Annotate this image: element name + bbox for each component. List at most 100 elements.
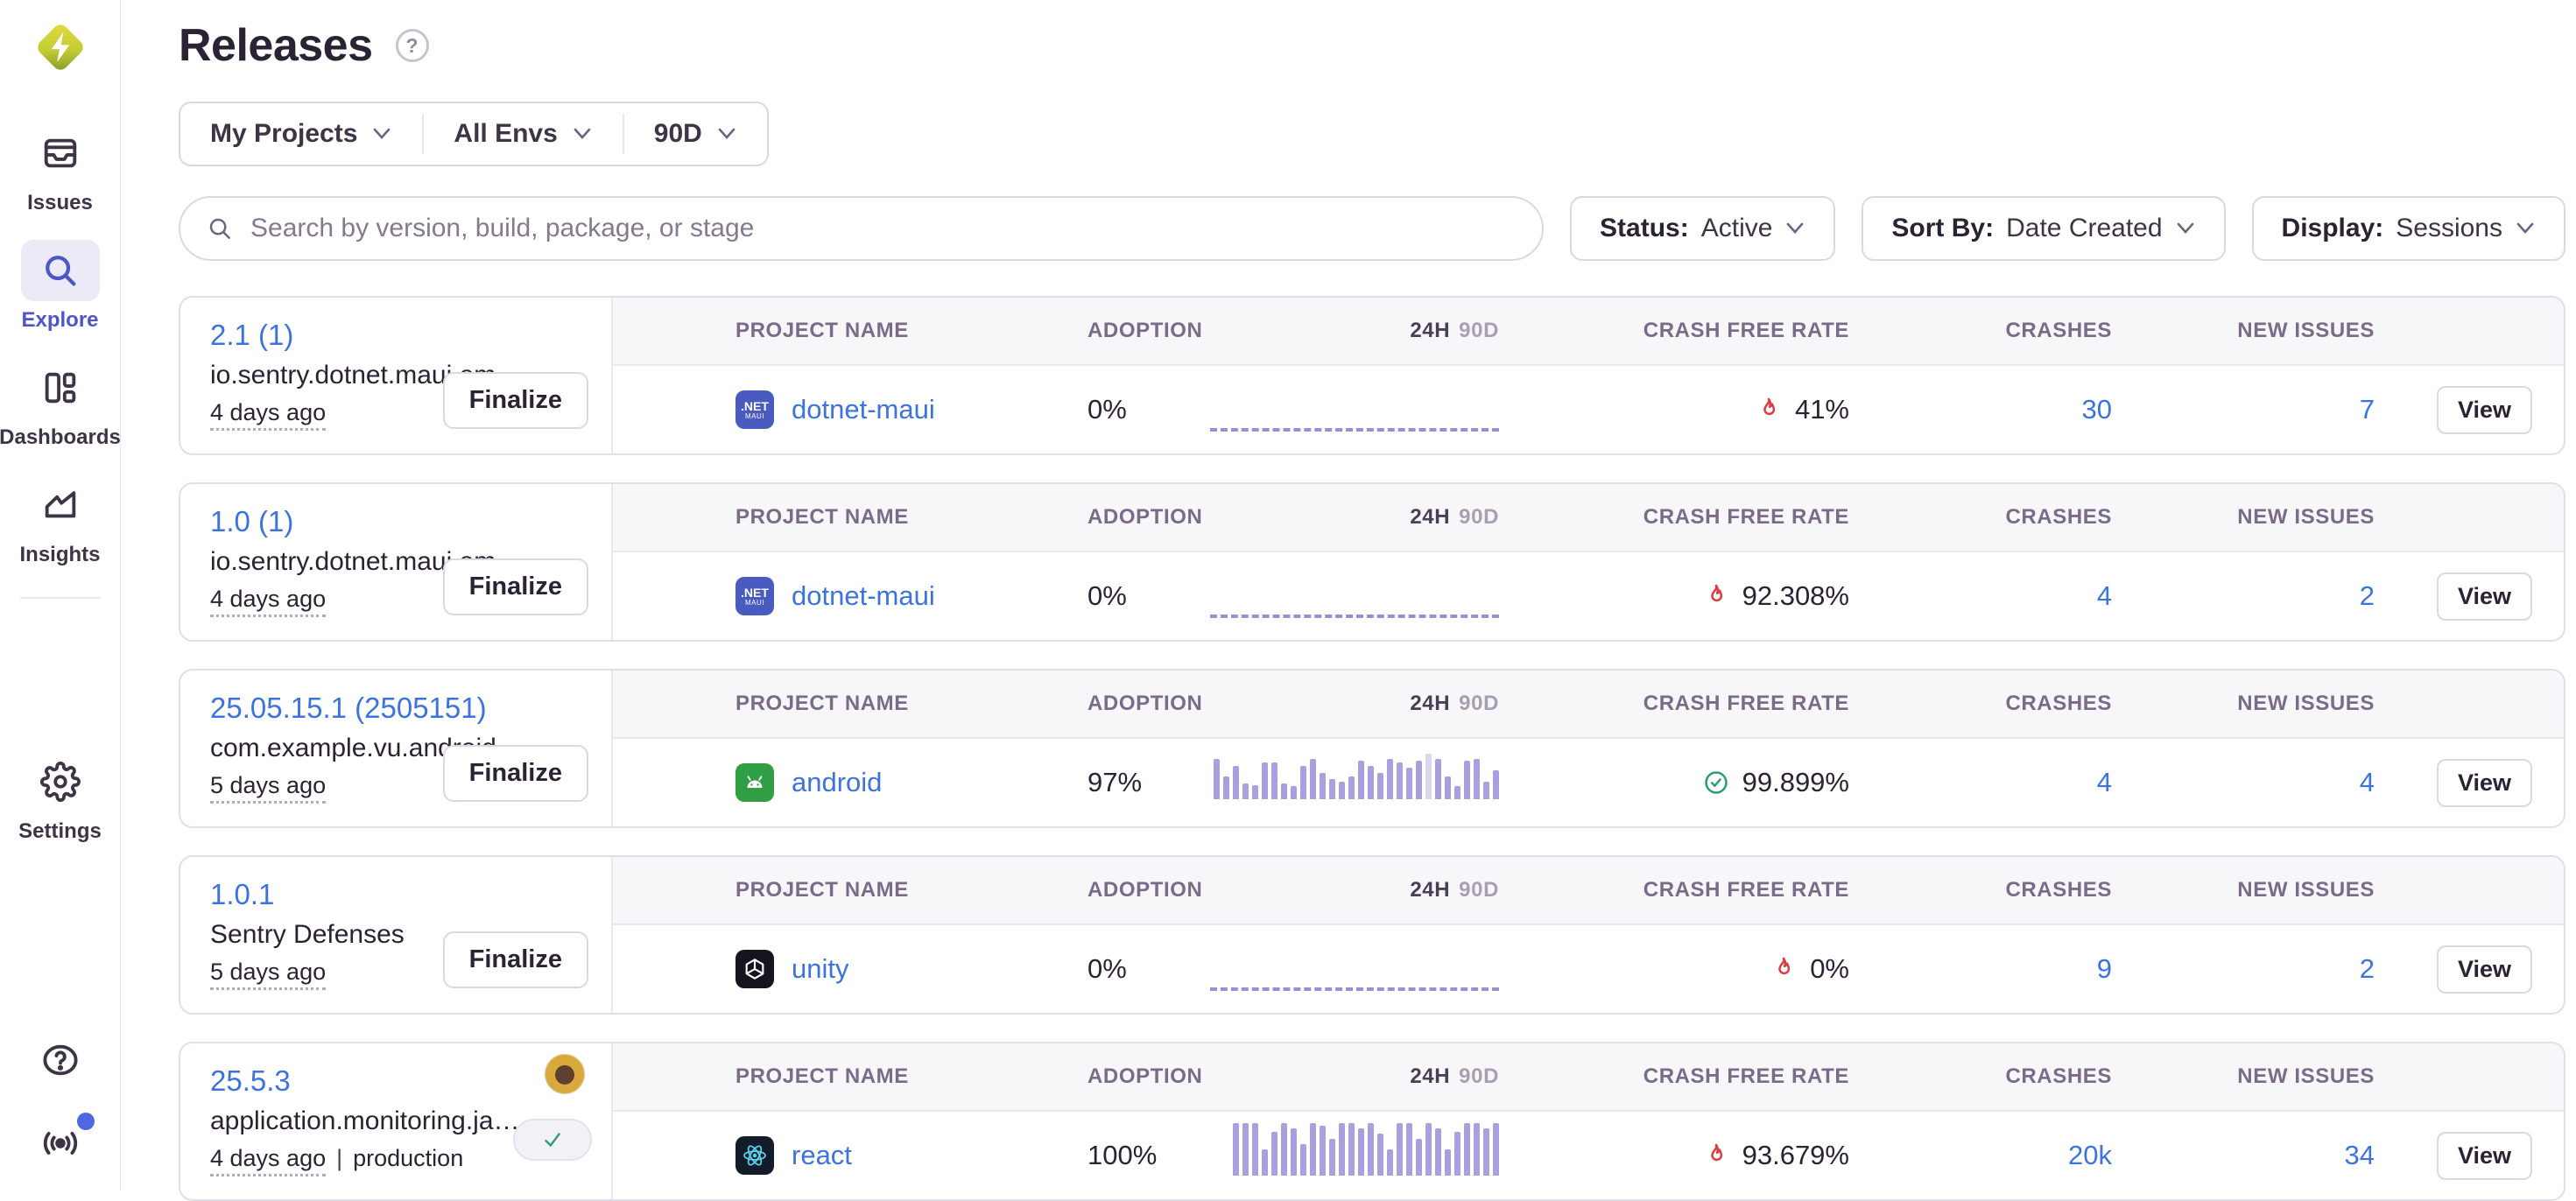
col-crash-free-rate: CRASH FREE RATE — [1499, 878, 1849, 903]
crashes-link[interactable]: 30 — [2082, 394, 2112, 425]
col-crashes: CRASHES — [1849, 878, 2112, 903]
col-project-name: PROJECT NAME — [613, 505, 1087, 530]
search-input[interactable] — [249, 213, 1516, 244]
crashes-link[interactable]: 20k — [2068, 1140, 2112, 1170]
release-table-row: react 100% 93.679% 20k 34 View — [613, 1112, 2564, 1199]
unity-icon — [735, 950, 774, 988]
release-info: 25.5.3 application.monitoring.ja… 4 days… — [180, 1043, 613, 1199]
new-issues-cell: 2 — [2112, 953, 2375, 985]
release-version-link[interactable]: 25.5.3 — [210, 1064, 291, 1098]
crashes-link[interactable]: 4 — [2097, 767, 2112, 797]
project-link[interactable]: android — [792, 767, 882, 798]
release-info: 1.0.1 Sentry Defenses 5 days ago Finaliz… — [180, 857, 613, 1013]
project-filter[interactable]: My Projects — [180, 103, 422, 165]
release-version-link[interactable]: 1.0.1 — [210, 878, 274, 911]
page-help-icon[interactable]: ? — [396, 29, 429, 62]
project-link[interactable]: react — [792, 1140, 852, 1171]
release-environment: production — [353, 1145, 463, 1172]
new-issues-link[interactable]: 2 — [2360, 580, 2375, 611]
crashes-link[interactable]: 9 — [2097, 953, 2112, 984]
finalize-button[interactable]: Finalize — [443, 931, 588, 988]
adoption-sparkline — [1233, 1123, 1499, 1188]
new-issues-link[interactable]: 7 — [2360, 394, 2375, 425]
col-adoption: ADOPTION — [1087, 878, 1201, 903]
view-button[interactable]: View — [2437, 572, 2532, 621]
crash-free-value: 0% — [1810, 953, 1849, 985]
crashes-link[interactable]: 4 — [2097, 580, 2112, 611]
chevron-down-icon — [371, 127, 392, 141]
chevron-down-icon — [2515, 221, 2536, 235]
finalize-button[interactable]: Finalize — [443, 745, 588, 802]
environment-filter[interactable]: All Envs — [424, 103, 622, 165]
new-issues-link[interactable]: 4 — [2360, 767, 2375, 797]
adoption-value: 97% — [1087, 767, 1201, 798]
project-link[interactable]: dotnet-maui — [792, 580, 935, 612]
app-root: Issues Explore Dashboard — [0, 0, 2576, 1190]
release-version-link[interactable]: 2.1 (1) — [210, 319, 293, 352]
help-icon[interactable] — [40, 1040, 81, 1085]
col-chart-range: 24H90D — [1201, 505, 1499, 530]
sidebar-item-issues[interactable]: Issues — [21, 123, 100, 215]
sentry-logo-icon[interactable] — [32, 19, 88, 75]
finalize-button[interactable]: Finalize — [443, 372, 588, 429]
release-card: 1.0 (1) io.sentry.dotnet.maui.em… 4 days… — [179, 482, 2565, 642]
page-filter-bar: My Projects All Envs 90D — [179, 102, 769, 166]
col-project-name: PROJECT NAME — [613, 319, 1087, 343]
col-new-issues: NEW ISSUES — [2112, 878, 2375, 903]
sidebar-item-dashboards[interactable]: Dashboards — [0, 357, 121, 450]
finalized-badge — [513, 1119, 592, 1161]
col-crashes: CRASHES — [1849, 319, 2112, 343]
col-crashes: CRASHES — [1849, 692, 2112, 716]
col-new-issues: NEW ISSUES — [2112, 692, 2375, 716]
date-range-filter[interactable]: 90D — [624, 103, 767, 165]
adoption-empty-sparkline — [1210, 428, 1499, 432]
view-cell: View — [2375, 1132, 2532, 1180]
release-table-row: unity 0% 0% 9 2 View — [613, 925, 2564, 1013]
sort-by-dropdown[interactable]: Sort By: Date Created — [1862, 196, 2225, 261]
new-issues-link[interactable]: 2 — [2360, 953, 2375, 984]
col-crashes: CRASHES — [1849, 505, 2112, 530]
release-table-row: .NETMAUI dotnet-maui 0% 92.308% 4 2 View — [613, 552, 2564, 640]
release-info: 2.1 (1) io.sentry.dotnet.maui.em… 4 days… — [180, 298, 613, 453]
col-chart-range: 24H90D — [1201, 319, 1499, 343]
release-version-link[interactable]: 1.0 (1) — [210, 505, 293, 538]
project-link[interactable]: unity — [792, 953, 848, 985]
dashboards-icon — [21, 357, 100, 418]
release-version-link[interactable]: 25.05.15.1 (2505151) — [210, 692, 487, 725]
sidebar-item-explore[interactable]: Explore — [21, 240, 100, 333]
view-button[interactable]: View — [2437, 945, 2532, 994]
project-cell: react — [613, 1136, 1087, 1175]
sidebar-item-insights[interactable]: Insights — [20, 474, 101, 567]
release-table-header: PROJECT NAME ADOPTION 24H90D CRASH FREE … — [613, 1043, 2564, 1112]
view-button[interactable]: View — [2437, 759, 2532, 807]
crashes-cell: 20k — [1849, 1140, 2112, 1171]
finalize-button[interactable]: Finalize — [443, 558, 588, 615]
new-issues-cell: 34 — [2112, 1140, 2375, 1171]
col-crash-free-rate: CRASH FREE RATE — [1499, 1064, 1849, 1089]
crash-free-value: 41% — [1795, 394, 1849, 425]
sidebar-item-label: Settings — [18, 819, 102, 844]
dotnet-maui-icon: .NETMAUI — [735, 390, 774, 429]
release-card: 1.0.1 Sentry Defenses 5 days ago Finaliz… — [179, 855, 2565, 1015]
broadcast-icon[interactable] — [40, 1123, 81, 1168]
status-dropdown[interactable]: Status: Active — [1570, 196, 1835, 261]
sidebar-item-settings[interactable]: Settings — [18, 751, 102, 844]
col-adoption: ADOPTION — [1087, 505, 1201, 530]
release-info: 25.05.15.1 (2505151) com.example.vu.andr… — [180, 671, 613, 826]
project-cell: .NETMAUI dotnet-maui — [613, 390, 1087, 429]
project-link[interactable]: dotnet-maui — [792, 394, 935, 425]
crash-free-cell: 0% — [1499, 953, 1849, 985]
search-box — [179, 196, 1544, 261]
col-project-name: PROJECT NAME — [613, 878, 1087, 903]
new-issues-link[interactable]: 34 — [2345, 1140, 2375, 1170]
col-chart-range: 24H90D — [1201, 1064, 1499, 1089]
new-issues-cell: 4 — [2112, 767, 2375, 798]
adoption-sparkline — [1214, 754, 1499, 811]
crash-free-cell: 93.679% — [1499, 1140, 1849, 1171]
view-button[interactable]: View — [2437, 386, 2532, 434]
project-cell: .NETMAUI dotnet-maui — [613, 577, 1087, 615]
sidebar-item-label: Dashboards — [0, 425, 121, 450]
new-issues-cell: 2 — [2112, 580, 2375, 612]
view-button[interactable]: View — [2437, 1132, 2532, 1180]
display-dropdown[interactable]: Display: Sessions — [2252, 196, 2565, 261]
